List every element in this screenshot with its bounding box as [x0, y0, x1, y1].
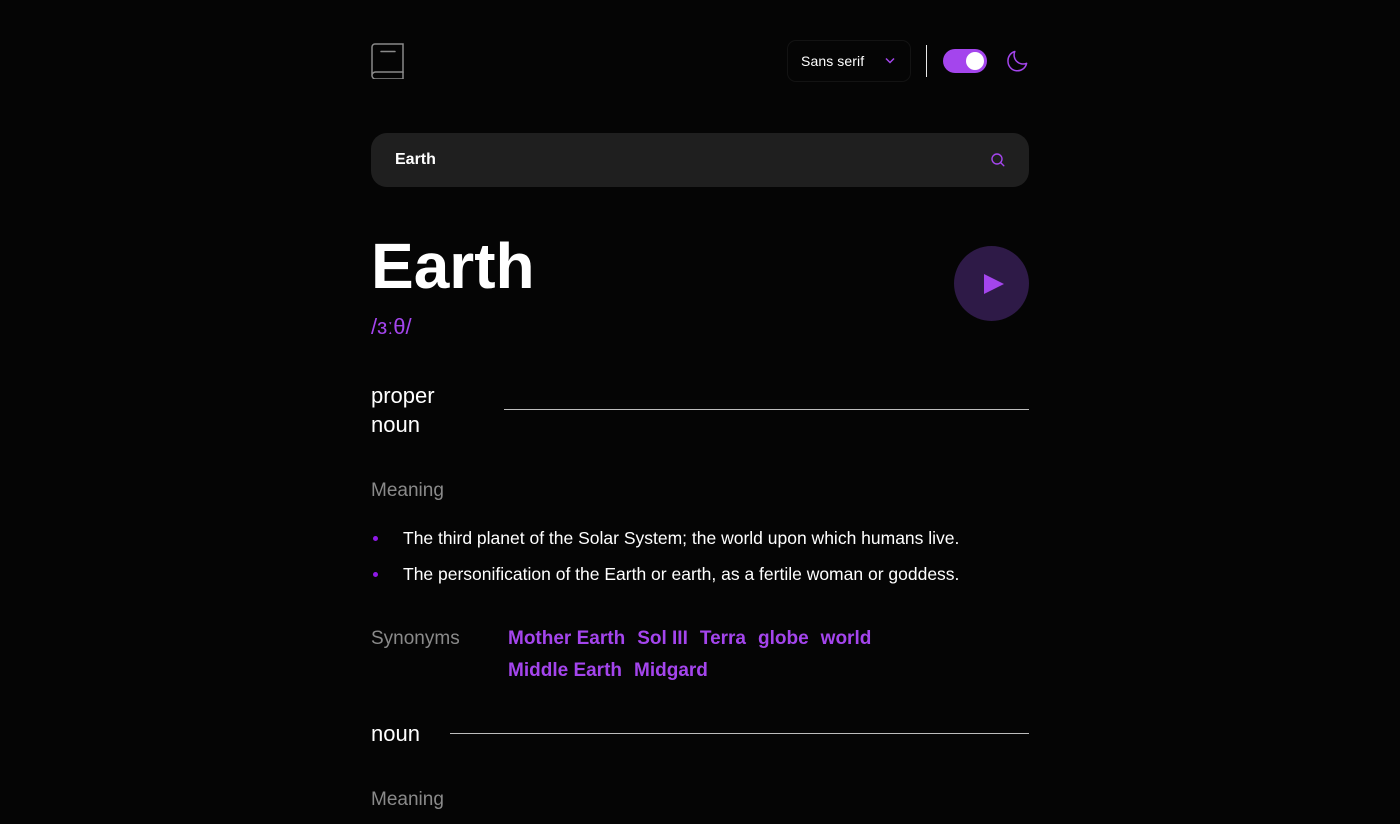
section-divider: [450, 733, 1029, 734]
definition-item: The third planet of the Solar System; th…: [371, 525, 1029, 561]
part-of-speech: proper noun: [371, 383, 435, 437]
search-icon[interactable]: [991, 153, 1005, 167]
meaning-label: Meaning: [371, 480, 444, 501]
bullet-dot: [373, 536, 378, 541]
section-divider: [504, 409, 1029, 410]
synonym-link[interactable]: Terra: [700, 623, 746, 655]
synonym-link[interactable]: Sol III: [637, 623, 688, 655]
synonym-link[interactable]: Midgard: [634, 655, 708, 687]
definition-text: The personification of the Earth or eart…: [403, 564, 960, 584]
meaning-label: Meaning: [371, 789, 444, 810]
synonym-link[interactable]: globe: [758, 623, 809, 655]
synonyms-list: Mother Earth Sol III Terra globe world M…: [508, 623, 928, 687]
definition-text: The third planet of the Solar System; th…: [403, 528, 960, 548]
font-select-value: Sans serif: [801, 53, 865, 69]
part-of-speech: noun: [371, 721, 420, 746]
toggle-knob: [966, 52, 984, 70]
definition-item: The personification of the Earth or eart…: [371, 561, 1029, 597]
search-bar: [371, 133, 1029, 187]
chevron-down-icon: [885, 57, 895, 64]
search-input[interactable]: [395, 133, 975, 187]
book-logo-icon[interactable]: [371, 43, 405, 79]
phonetic-text: /ɜːθ/: [371, 314, 412, 339]
bullet-dot: [373, 572, 378, 577]
synonyms-label: Synonyms: [371, 628, 460, 649]
synonym-link[interactable]: Mother Earth: [508, 623, 625, 655]
definition-list: The third planet of the Solar System; th…: [371, 525, 1029, 597]
dictionary-page: Sans serif Earth /ɜːθ/: [0, 0, 1400, 824]
synonym-link[interactable]: Middle Earth: [508, 655, 622, 687]
word-title: Earth: [371, 230, 535, 302]
font-family-select[interactable]: Sans serif: [788, 41, 910, 81]
theme-toggle[interactable]: [943, 49, 987, 73]
synonym-link[interactable]: world: [821, 623, 872, 655]
header-divider: [926, 45, 927, 77]
play-audio-button[interactable]: [954, 246, 1029, 321]
play-icon: [984, 274, 1004, 294]
moon-icon: [1007, 50, 1028, 72]
